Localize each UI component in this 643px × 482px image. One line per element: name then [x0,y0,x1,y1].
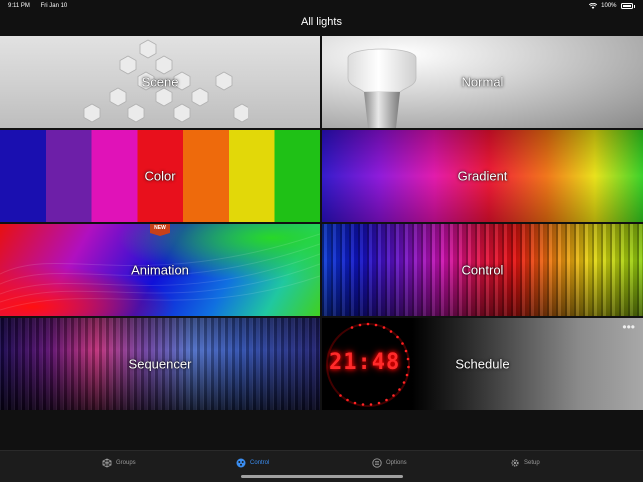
tile-schedule[interactable]: 21:48 ••• Schedule [322,318,643,410]
tile-label: Color [144,168,176,184]
tile-normal[interactable]: Normal [322,36,643,128]
tile-control[interactable]: Control [322,224,643,316]
control-icon [236,458,246,468]
options-icon [372,458,382,468]
tab-setup[interactable]: Setup [510,458,540,468]
tab-control[interactable]: Control [236,458,269,468]
wifi-icon [589,3,598,9]
tile-label: Animation [131,262,189,278]
tab-options[interactable]: Options [372,458,407,468]
home-indicator[interactable] [241,475,403,478]
tile-animation[interactable]: NEW Animation [0,224,320,316]
battery-percent: 100% [601,3,617,9]
tab-label: Options [386,460,407,466]
tile-label: Normal [461,74,504,90]
tile-label: Scene [141,74,179,90]
tab-label: Setup [524,460,540,466]
battery-icon [620,3,633,9]
groups-icon [102,458,112,468]
tile-scene[interactable]: Scene [0,36,320,128]
tile-label: Schedule [455,356,510,372]
page-title: All lights [301,16,342,28]
tile-gradient[interactable]: Gradient [322,130,643,222]
tile-color[interactable]: Color [0,130,320,222]
status-time: 9:11 PM [8,3,30,9]
tile-label: Control [461,262,504,278]
tile-sequencer[interactable]: Sequencer [0,318,320,410]
tile-label: Sequencer [128,356,192,372]
status-date: Fri Jan 10 [40,3,68,9]
gear-icon [511,459,519,467]
tile-label: Gradient [457,168,508,184]
status-bar: 9:11 PM Fri Jan 10 100% [0,0,643,12]
ellipsis-icon[interactable]: ••• [622,321,635,333]
tab-groups[interactable]: Groups [102,458,136,468]
tab-label: Groups [116,460,136,466]
tab-label: Control [250,460,270,466]
